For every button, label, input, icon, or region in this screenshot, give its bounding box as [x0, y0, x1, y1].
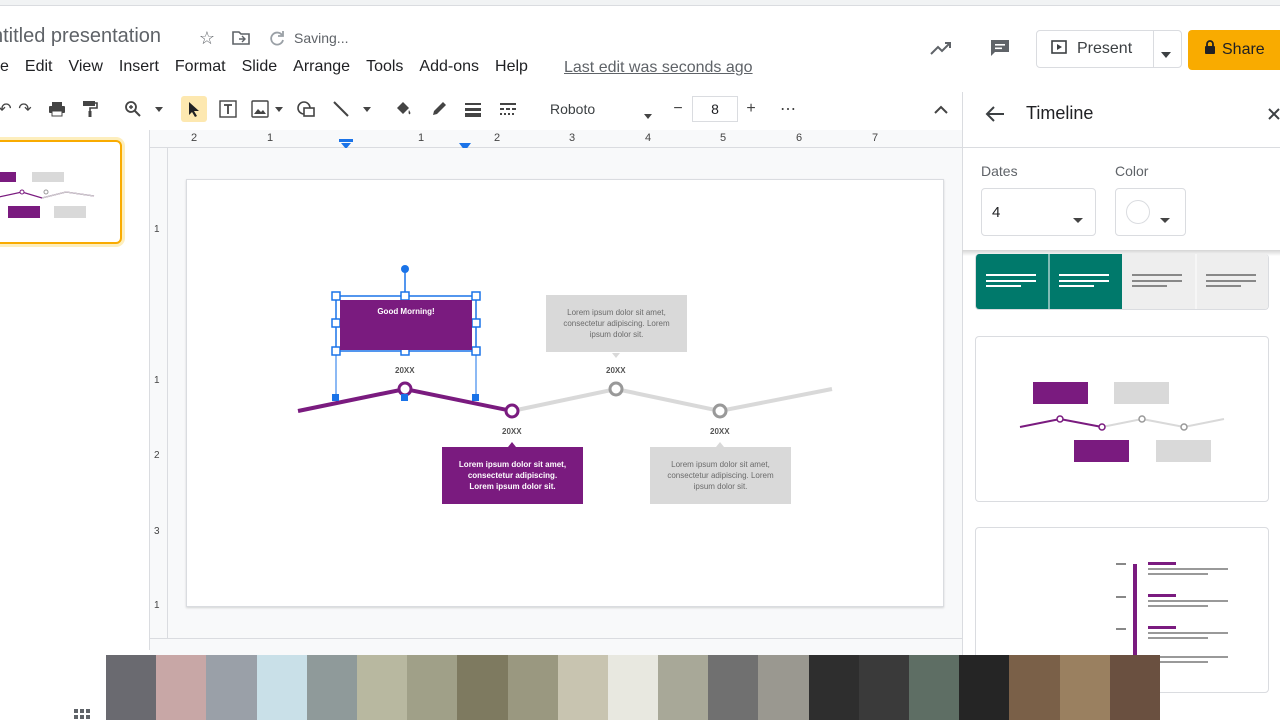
- ruler-mark: 1: [418, 132, 425, 144]
- browser-strip: [0, 0, 1280, 6]
- panel-divider: [962, 147, 1280, 148]
- present-divider: [1153, 31, 1154, 67]
- text-box-icon[interactable]: [215, 96, 241, 122]
- ruler-mark: 3: [154, 526, 160, 537]
- color-select[interactable]: [1115, 188, 1186, 236]
- paint-format-icon[interactable]: [77, 96, 103, 122]
- timeline-graphic: [297, 265, 833, 447]
- good-morning-textbox[interactable]: Good Morning!: [340, 300, 472, 350]
- menu-format[interactable]: Format: [175, 58, 226, 80]
- ruler-mark: 4: [645, 132, 652, 144]
- panel-title: Timeline: [1026, 103, 1094, 123]
- saving-status: Saving...: [294, 30, 349, 46]
- menu-arrange[interactable]: Arrange: [293, 58, 350, 80]
- fill-color-icon[interactable]: [390, 96, 416, 122]
- timeline-template-1[interactable]: [975, 254, 1269, 310]
- lock-icon: [1204, 40, 1216, 60]
- menu-bar: e Edit View Insert Format Slide Arrange …: [0, 58, 544, 80]
- presentation-title[interactable]: ntitled presentation: [0, 25, 161, 48]
- present-button[interactable]: Present: [1036, 30, 1182, 68]
- dates-label: Dates: [981, 163, 1018, 179]
- year-label[interactable]: 20XX: [395, 366, 415, 375]
- border-color-icon[interactable]: [426, 96, 452, 122]
- dates-value: 4: [992, 203, 1001, 221]
- comment-icon[interactable]: [988, 36, 1012, 60]
- folder-move-icon[interactable]: [229, 26, 253, 50]
- more-options-button[interactable]: ⋯: [775, 96, 801, 122]
- share-button[interactable]: Share: [1188, 30, 1280, 70]
- speaker-notes-divider[interactable]: [150, 638, 962, 655]
- trend-icon[interactable]: [929, 36, 953, 60]
- color-label: Color: [1115, 163, 1149, 179]
- zoom-icon[interactable]: [120, 96, 146, 122]
- font-chevron-icon: [644, 106, 652, 122]
- ruler-mark: 5: [720, 132, 727, 144]
- close-icon[interactable]: [1268, 106, 1280, 127]
- select-icon[interactable]: [181, 96, 207, 122]
- print-icon[interactable]: [44, 96, 70, 122]
- menu-tools[interactable]: Tools: [366, 58, 403, 80]
- font-select[interactable]: Roboto: [544, 96, 656, 122]
- ruler-mark: 3: [569, 132, 576, 144]
- zoom-chevron-icon[interactable]: [146, 96, 172, 122]
- menu-slide[interactable]: Slide: [242, 58, 278, 80]
- line-chevron-icon[interactable]: [354, 96, 380, 122]
- menu-insert[interactable]: Insert: [119, 58, 159, 80]
- ruler-mark: 2: [191, 132, 198, 144]
- share-label: Share: [1222, 41, 1265, 58]
- star-icon[interactable]: ☆: [195, 26, 219, 50]
- chevron-down-icon[interactable]: [1161, 45, 1171, 63]
- color-swatch: [1126, 200, 1150, 224]
- ruler-mark: 6: [796, 132, 803, 144]
- menu-edit[interactable]: Edit: [25, 58, 53, 80]
- menu-help[interactable]: Help: [495, 58, 528, 80]
- increase-font-button[interactable]: +: [738, 96, 764, 122]
- menu-file[interactable]: e: [0, 58, 9, 80]
- ruler-mark: 1: [154, 600, 160, 611]
- ruler-mark: 2: [154, 450, 160, 461]
- timeline-note-purple[interactable]: Lorem ipsum dolor sit amet, consectetur …: [442, 447, 583, 504]
- horizontal-ruler: 2 1 1 2 3 4 5 6 7: [150, 130, 962, 151]
- ruler-mark: 1: [267, 132, 274, 144]
- year-label[interactable]: 20XX: [502, 427, 522, 436]
- redo-icon[interactable]: ↷: [12, 96, 38, 122]
- decrease-font-button[interactable]: −: [665, 96, 691, 122]
- present-icon: [1051, 39, 1067, 59]
- vertical-ruler: 1 1 2 3 1: [150, 148, 168, 638]
- chevron-down-icon: [1160, 210, 1170, 228]
- border-weight-icon[interactable]: [460, 96, 486, 122]
- line-icon[interactable]: [328, 96, 354, 122]
- image-chevron-icon[interactable]: [266, 96, 292, 122]
- present-label: Present: [1077, 40, 1133, 57]
- chevron-down-icon: [1073, 210, 1083, 227]
- menu-view[interactable]: View: [68, 58, 102, 80]
- ruler-mark: 7: [872, 132, 879, 144]
- collapse-toolbar-icon[interactable]: [928, 96, 954, 122]
- slide-thumbnail[interactable]: [0, 140, 122, 244]
- timeline-template-2[interactable]: [975, 336, 1269, 502]
- sync-icon: [265, 26, 289, 50]
- font-size-input[interactable]: 8: [692, 96, 738, 122]
- ruler-mark: 1: [154, 375, 160, 386]
- pixelated-webcam-overlay: [106, 655, 1160, 720]
- back-arrow-icon[interactable]: [984, 103, 1006, 130]
- ruler-mark: 1: [154, 224, 160, 235]
- year-label[interactable]: 20XX: [606, 366, 626, 375]
- dates-select[interactable]: 4: [981, 188, 1096, 236]
- last-edit-link[interactable]: Last edit was seconds ago: [564, 59, 753, 77]
- grid-view-icon[interactable]: [74, 708, 92, 726]
- menu-addons[interactable]: Add-ons: [419, 58, 479, 80]
- font-name: Roboto: [550, 101, 596, 117]
- year-label[interactable]: 20XX: [710, 427, 730, 436]
- shape-icon[interactable]: [293, 96, 319, 122]
- ruler-mark: 2: [494, 132, 501, 144]
- timeline-note-bottom[interactable]: Lorem ipsum dolor sit amet, consectetur …: [650, 447, 791, 504]
- timeline-note-top[interactable]: Lorem ipsum dolor sit amet, consectetur …: [546, 295, 687, 352]
- border-dash-icon[interactable]: [495, 96, 521, 122]
